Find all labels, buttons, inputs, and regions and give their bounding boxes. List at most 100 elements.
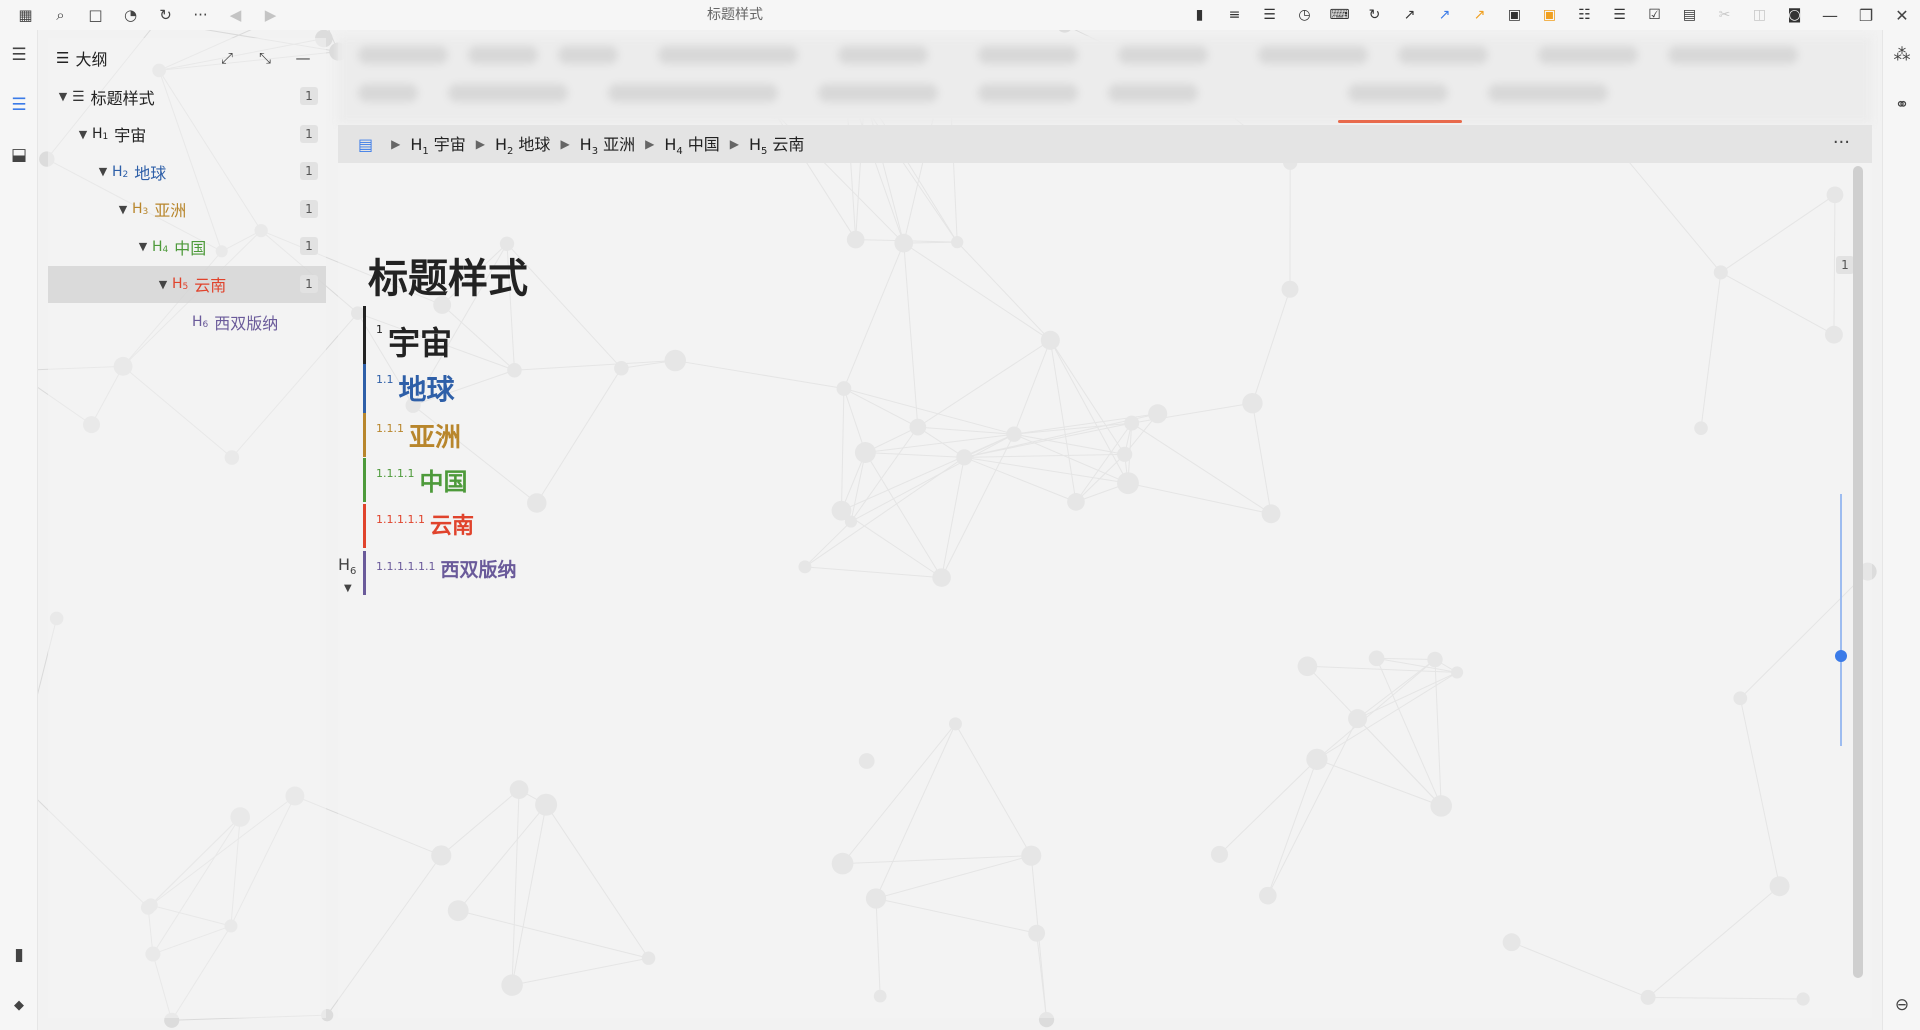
breadcrumb-item-label: 云南 [772, 134, 805, 154]
outline-item[interactable]: H6 西双版纳 [48, 303, 326, 341]
outline-item-label: 亚洲 [154, 201, 187, 221]
clock-icon[interactable]: ◷ [1287, 0, 1322, 30]
heading-tag-level: 3 [591, 146, 599, 158]
history-icon[interactable]: ◔ [113, 0, 148, 30]
expand-arrow-icon[interactable]: ▼ [134, 240, 152, 253]
heading-level-icon: H5 [172, 276, 188, 292]
list-icon[interactable]: ≡ [1217, 0, 1252, 30]
graph-icon[interactable]: ⁂ [1887, 40, 1917, 70]
bookmark-icon[interactable]: ▮ [1182, 0, 1217, 30]
breadcrumb-item[interactable]: H2 地球 [495, 131, 550, 157]
outline-count-badge: 1 [300, 124, 318, 143]
breadcrumb-item[interactable]: H1 宇宙 [410, 131, 465, 157]
menu-icon[interactable]: ☰ [4, 40, 34, 70]
breadcrumb-item[interactable]: H5 云南 [749, 131, 804, 157]
expand-arrow-icon[interactable]: ▼ [94, 165, 112, 178]
heading-number: 1.1.1.1.1.1 [376, 560, 436, 573]
minimap-position-marker[interactable] [1835, 650, 1847, 662]
arrow-ne-orange-icon[interactable]: ↗ [1462, 0, 1497, 30]
outdent-icon[interactable]: ☰ [1252, 0, 1287, 30]
outline-item[interactable]: ▼ H1 宇宙 1 [48, 116, 326, 154]
expand-all-button[interactable]: ⤢ [214, 45, 240, 71]
left-dock: ☰ ☰ ⬓ ▮ ◆ [0, 30, 38, 1030]
fold-arrow-icon[interactable]: ▼ [344, 583, 352, 594]
vertical-scrollbar[interactable] [1853, 166, 1863, 978]
cup-icon[interactable]: ◫ [1742, 0, 1777, 30]
search-icon[interactable]: ⌕ [43, 0, 78, 30]
heading-level-icon: H1 [92, 126, 108, 142]
expand-arrow-icon[interactable]: ▼ [114, 203, 132, 216]
heading-tag-letter: H [132, 201, 143, 218]
forward-icon[interactable]: ▶ [253, 0, 288, 30]
arrow-ne-blue-icon[interactable]: ↗ [1427, 0, 1462, 30]
backlink-icon[interactable]: ⊖ [1887, 990, 1917, 1020]
heading-gutter-tag[interactable]: H6 [338, 555, 356, 577]
outline-item[interactable]: ▼ H5 云南 1 [48, 265, 326, 303]
outline-item-label: 云南 [194, 276, 227, 296]
outline-count-badge: 1 [300, 87, 318, 105]
heading-number: 1 [376, 323, 383, 336]
outline-panel: ☰ 大纲 ⤢ ⤡ — ▼ ☰ 标题样式 1 ▼ H1 宇宙 1 ▼ H2 地球 1 ▼ H3 亚洲 1 ▼ H4 中… [48, 38, 326, 1018]
heading-block[interactable]: 1.1.1.1 中国 [363, 458, 467, 502]
scissors-icon[interactable]: ✂ [1707, 0, 1742, 30]
heading-block[interactable]: 1.1.1.1.1.1 西双版纳 H6 ▼ [338, 551, 517, 595]
breadcrumb-separator-icon: ▶ [729, 137, 739, 151]
bookmark-icon[interactable]: ▮ [4, 940, 34, 970]
bullet-list-icon[interactable]: ☷ [1567, 0, 1602, 30]
outline-list: ▼ ☰ 标题样式 1 ▼ H1 宇宙 1 ▼ H2 地球 1 ▼ H3 亚洲 1 ▼ H4 中国 1 ▼ H5 云南 1 H6 西… [48, 78, 326, 341]
inbox-icon[interactable]: ⬓ [4, 140, 34, 170]
heading-tag-level: 4 [676, 146, 683, 158]
box-icon[interactable]: ◙ [1777, 0, 1812, 30]
square-icon[interactable]: □ [78, 0, 113, 30]
expand-arrow-icon[interactable]: ▼ [74, 128, 92, 141]
heading-tag-level: 1 [422, 146, 429, 158]
tag-icon[interactable]: ◆ [4, 990, 34, 1020]
breadcrumb-item[interactable]: H3 亚洲 [580, 131, 635, 157]
minimize-window-button[interactable]: — [1812, 0, 1848, 30]
restore-window-button[interactable]: ❐ [1848, 0, 1884, 30]
toolbar-right-group: ▮ ≡ ☰ ◷ ⌨ ↻ ↗ ↗ ↗ ▣ ▣ ☷ ☰ ☑ ▤ ✂ ◫ ◙ — ❐ ✕ [1182, 0, 1920, 30]
number-list-icon[interactable]: ☰ [1602, 0, 1637, 30]
minimize-panel-button[interactable]: — [290, 45, 316, 71]
back-icon[interactable]: ◀ [218, 0, 253, 30]
document-title[interactable]: 标题样式 [368, 246, 528, 304]
keyboard-icon[interactable]: ⌨ [1322, 0, 1357, 30]
image-orange-icon[interactable]: ▣ [1532, 0, 1567, 30]
top-toolbar: ▦ ⌕ □ ◔ ↻ ··· ◀ ▶ 标题样式 ▮ ≡ ☰ ◷ ⌨ ↻ ↗ ↗ ↗ ▣ ▣ ☷ ☰ ☑ ▤ ✂ ◫ ◙ — ❐ ✕ [0, 0, 1920, 30]
copy-icon[interactable]: ▤ [1672, 0, 1707, 30]
heading-block[interactable]: 1.1.1.1.1 云南 [363, 504, 474, 548]
outline-icon[interactable]: ☰ [4, 90, 34, 120]
checkbox-icon[interactable]: ☑ [1637, 0, 1672, 30]
outline-item[interactable]: ▼ H4 中国 1 [48, 228, 326, 266]
calendar-icon[interactable]: ▦ [8, 0, 43, 30]
outline-item[interactable]: ▼ H2 地球 1 [48, 153, 326, 191]
outline-item[interactable]: ▼ H3 亚洲 1 [48, 191, 326, 229]
heading-tag-level: 6 [350, 566, 357, 578]
heading-block[interactable]: 1.1.1 亚洲 [363, 413, 461, 457]
arrow-ne-icon[interactable]: ↗ [1392, 0, 1427, 30]
outline-item-label: 西双版纳 [214, 313, 279, 333]
document-icon[interactable]: ▤ [358, 135, 373, 154]
global-graph-icon[interactable]: ⚭ [1887, 90, 1917, 120]
expand-arrow-icon[interactable]: ▼ [154, 278, 172, 291]
more-options-button[interactable]: ··· [1833, 132, 1850, 153]
refresh-icon[interactable]: ↻ [1357, 0, 1392, 30]
outline-count-badge: 1 [300, 199, 318, 218]
refresh-icon[interactable]: ↻ [148, 0, 183, 30]
heading-tag-letter: H [495, 134, 508, 154]
outline-item[interactable]: ▼ ☰ 标题样式 1 [48, 78, 326, 116]
outline-count-badge: 1 [300, 274, 318, 293]
heading-tag-letter: H [338, 555, 351, 574]
collapse-all-button[interactable]: ⤡ [252, 45, 278, 71]
right-dock: ⁂ ⚭ ⊖ [1882, 30, 1920, 1030]
heading-text: 宇宙 [388, 324, 453, 362]
minimap-track [1840, 494, 1842, 746]
active-tab-indicator[interactable] [1338, 120, 1462, 123]
breadcrumb-item[interactable]: H4 中国 [664, 131, 719, 157]
image-icon[interactable]: ▣ [1497, 0, 1532, 30]
heading-block[interactable]: 1 宇宙 [363, 306, 452, 370]
heading-tag-letter: H [152, 238, 163, 255]
close-window-button[interactable]: ✕ [1884, 0, 1920, 30]
more-icon[interactable]: ··· [183, 0, 218, 30]
expand-arrow-icon[interactable]: ▼ [54, 90, 72, 103]
